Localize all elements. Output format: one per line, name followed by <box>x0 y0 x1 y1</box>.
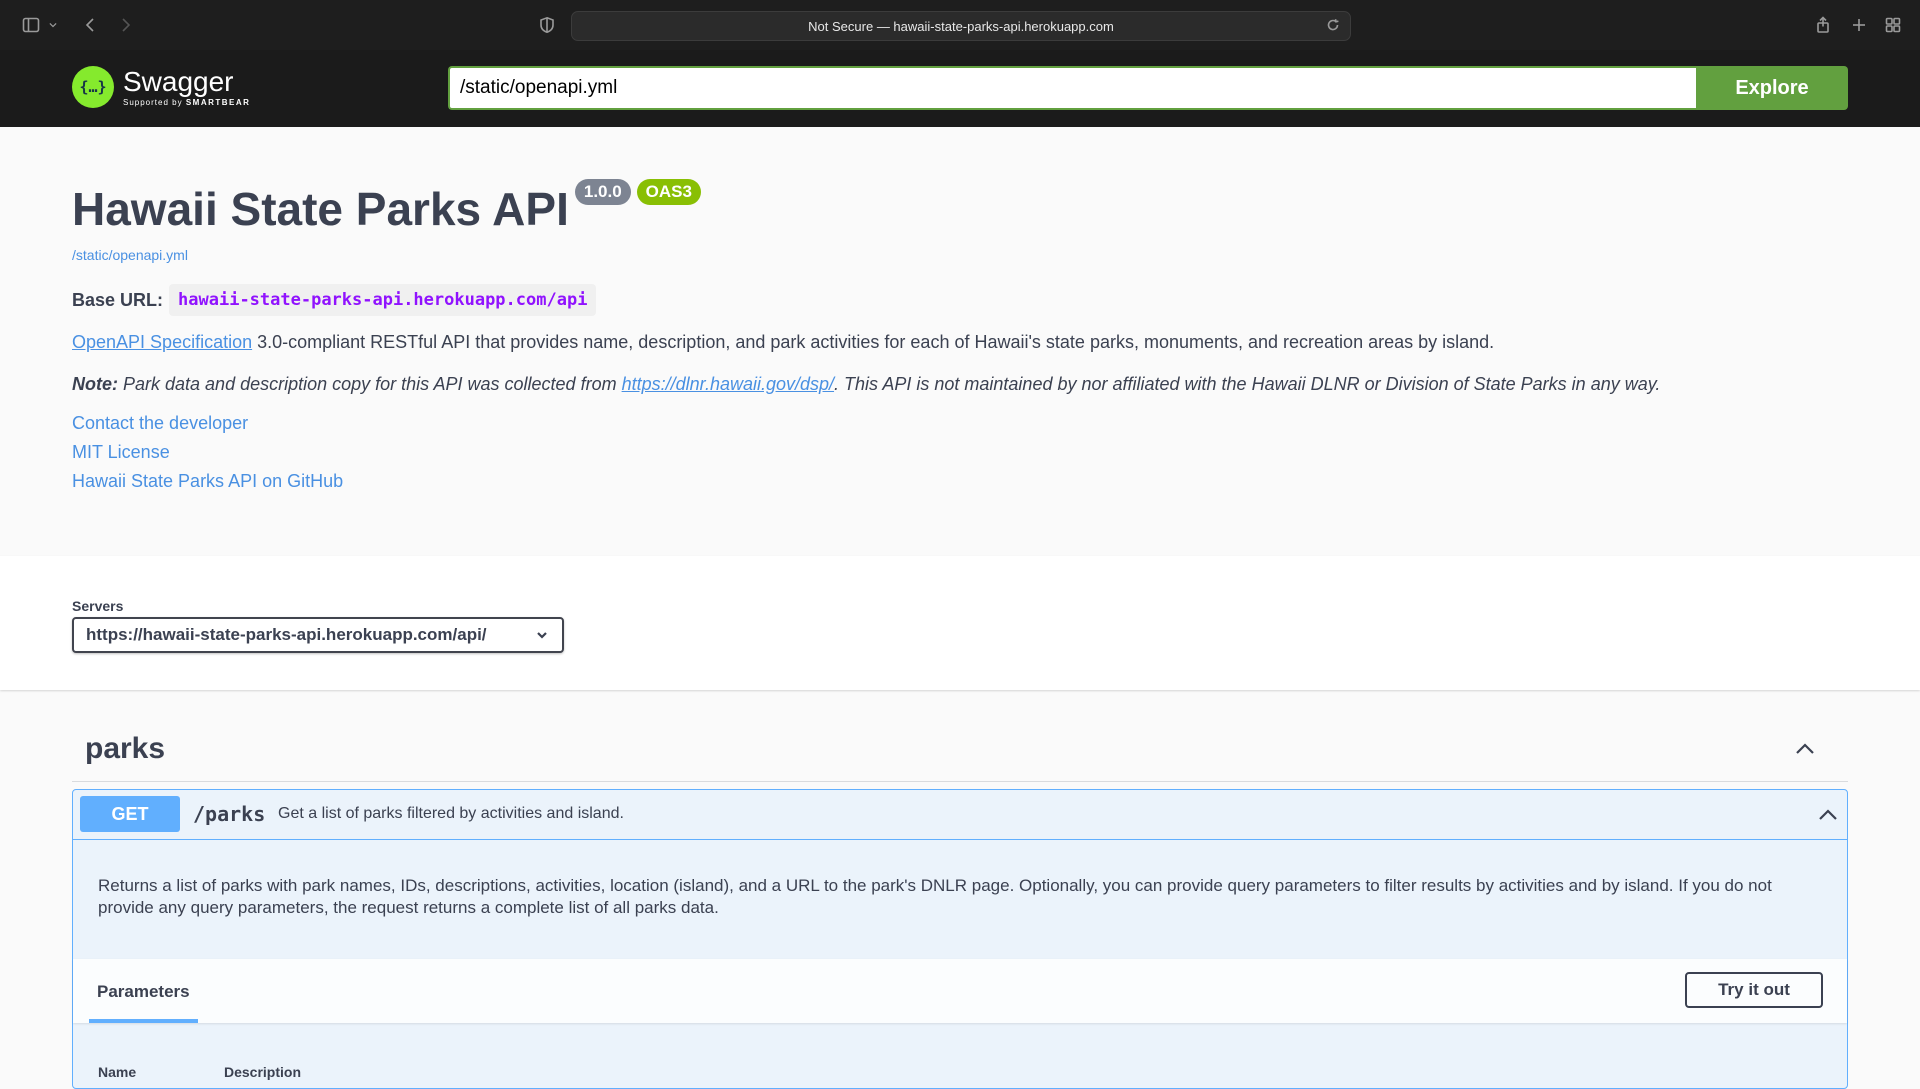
logo-subtitle: Supported by SMARTBEAR <box>123 97 251 107</box>
reload-icon[interactable] <box>1326 18 1340 32</box>
title-row: Hawaii State Parks API 1.0.0 OAS3 <box>72 179 701 235</box>
new-tab-icon[interactable] <box>1848 14 1870 36</box>
logo-sub-prefix: Supported by <box>123 97 183 107</box>
servers-section: Servers https://hawaii-state-parks-api.h… <box>0 556 1920 690</box>
description-text: 3.0-compliant RESTful API that provides … <box>252 332 1495 352</box>
chevron-up-icon[interactable] <box>1815 802 1841 828</box>
sidebar-toggle-icon[interactable] <box>20 14 42 36</box>
api-description: OpenAPI Specification 3.0-compliant REST… <box>72 332 1494 353</box>
note-label: Note: <box>72 374 118 394</box>
try-it-out-button[interactable]: Try it out <box>1685 972 1823 1008</box>
swagger-logo-text: Swagger Supported by SMARTBEAR <box>123 65 251 107</box>
tab-overview-icon[interactable] <box>1882 14 1904 36</box>
forward-icon[interactable] <box>114 14 136 36</box>
swagger-logo-icon: {…} <box>72 66 114 108</box>
method-badge: GET <box>80 796 180 832</box>
servers-select[interactable]: https://hawaii-state-parks-api.herokuapp… <box>72 617 564 653</box>
swagger-topbar: {…} Swagger Supported by SMARTBEAR Explo… <box>0 50 1920 127</box>
base-url-label: Base URL: <box>72 289 164 310</box>
share-icon[interactable] <box>1812 14 1834 36</box>
explore-button[interactable]: Explore <box>1696 66 1848 110</box>
logo-word: Swagger <box>123 65 234 97</box>
chevron-down-icon <box>534 627 550 643</box>
tab-parameters[interactable]: Parameters <box>89 982 198 1023</box>
spec-file-link[interactable]: /static/openapi.yml <box>72 247 188 263</box>
operation-get-parks: GET /parks Get a list of parks filtered … <box>72 789 1848 1089</box>
page-title: Hawaii State Parks API <box>72 183 569 235</box>
shield-icon[interactable] <box>536 14 558 36</box>
base-url: Base URL: hawaii-state-parks-api.herokua… <box>72 284 597 316</box>
chevron-down-icon[interactable] <box>46 14 60 36</box>
api-note: Note: Park data and description copy for… <box>72 374 1660 395</box>
selected-server: https://hawaii-state-parks-api.herokuapp… <box>86 625 487 644</box>
contact-developer-link[interactable]: Contact the developer <box>72 413 248 434</box>
column-header-description: Description <box>224 1064 302 1080</box>
note-text-1: Park data and description copy for this … <box>118 374 622 394</box>
spec-url-input[interactable] <box>448 66 1696 110</box>
version-badge: 1.0.0 <box>574 179 631 205</box>
logo-sub-brand: SMARTBEAR <box>185 97 251 107</box>
servers-title: Servers <box>72 598 124 614</box>
browser-address-bar[interactable]: Not Secure — hawaii-state-parks-api.hero… <box>571 11 1351 41</box>
openapi-spec-link[interactable]: OpenAPI Specification <box>72 332 252 352</box>
chevron-up-icon[interactable] <box>1792 736 1818 762</box>
operation-path: /parks <box>193 802 266 826</box>
operation-summary-text: Get a list of parks filtered by activiti… <box>278 805 624 822</box>
license-link[interactable]: MIT License <box>72 442 170 463</box>
column-header-name: Name <box>98 1064 137 1080</box>
oas-badge: OAS3 <box>636 179 701 205</box>
operation-description: Returns a list of parks with park names,… <box>98 876 1772 917</box>
address-text: Not Secure — hawaii-state-parks-api.hero… <box>808 18 1114 34</box>
swagger-logo[interactable]: {…} Swagger Supported by SMARTBEAR <box>72 66 250 108</box>
base-url-value: hawaii-state-parks-api.herokuapp.com/api <box>169 284 597 316</box>
dlnr-link[interactable]: https://dlnr.hawaii.gov/dsp/ <box>622 374 834 394</box>
parameters-header: Parameters Try it out <box>73 959 1847 1023</box>
back-icon[interactable] <box>80 14 102 36</box>
browser-toolbar: Not Secure — hawaii-state-parks-api.hero… <box>0 0 1920 50</box>
note-text-2: . This API is not maintained by nor affi… <box>834 374 1661 394</box>
github-link[interactable]: Hawaii State Parks API on GitHub <box>72 471 343 492</box>
operation-summary[interactable]: GET /parks Get a list of parks filtered … <box>73 790 1847 840</box>
tag-name: parks <box>85 732 166 765</box>
tag-header-parks[interactable]: parks <box>72 726 1848 782</box>
